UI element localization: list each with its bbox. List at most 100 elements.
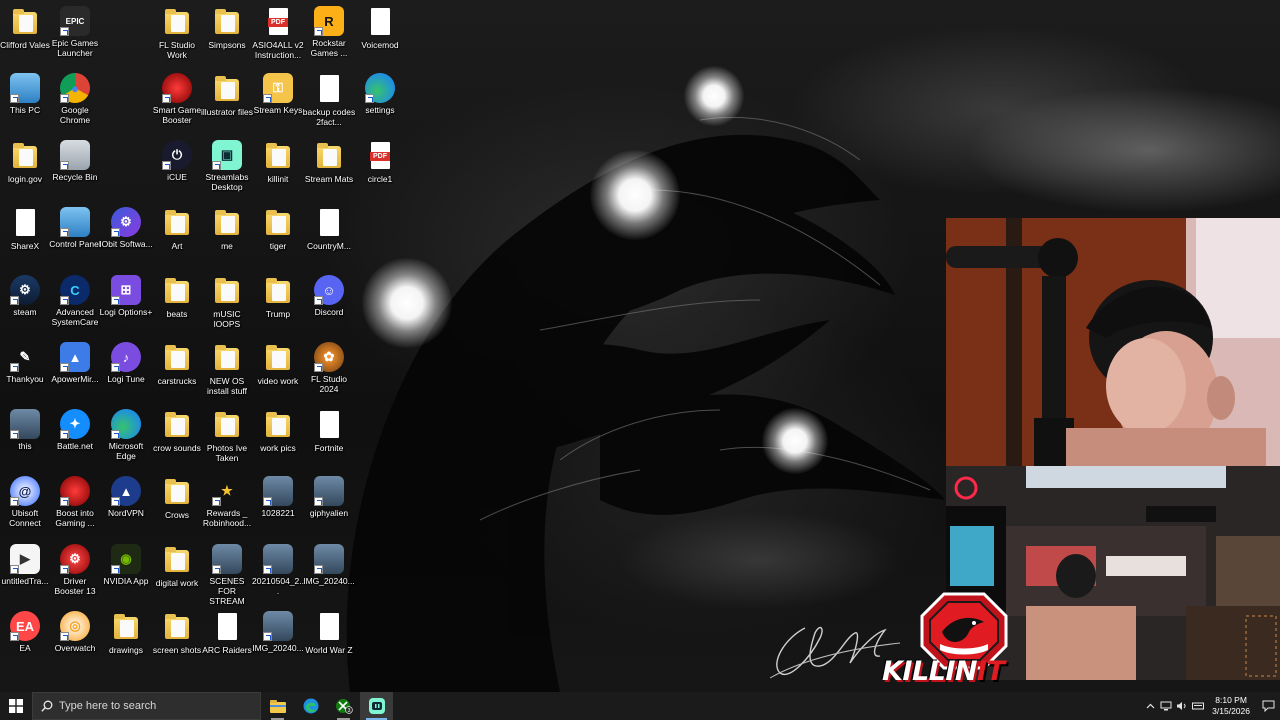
desktop-icon[interactable]: digital work <box>150 544 204 588</box>
desktop-icon[interactable]: ✦ Battle.net <box>48 409 102 451</box>
desktop-icon[interactable]: SCENES FOR STREAM <box>200 544 254 606</box>
desktop-icon[interactable]: carstrucks <box>150 342 204 386</box>
crow-eye-glow <box>684 66 744 126</box>
desktop-icon[interactable]: ⚙ steam <box>0 275 52 317</box>
desktop-icon[interactable]: work pics <box>251 409 305 453</box>
desktop-icon[interactable]: screen shots <box>150 611 204 655</box>
desktop-icon[interactable]: CountryM... <box>302 207 356 251</box>
desktop-icon[interactable]: World War Z <box>302 611 356 655</box>
desktop-icon[interactable]: mUSIC lOOPS <box>200 275 254 329</box>
desktop-icon[interactable]: Art <box>150 207 204 251</box>
desktop-icon[interactable]: ▲ ApowerMir... <box>48 342 102 384</box>
desktop-icon-label: tiger <box>269 241 287 251</box>
desktop-icon[interactable]: ▲ NordVPN <box>99 476 153 518</box>
desktop-icon-label: Art <box>171 241 183 251</box>
desktop-icon[interactable]: ⚙ Driver Booster 13 <box>48 544 102 596</box>
desktop-icon[interactable]: Smart Game Booster <box>150 73 204 125</box>
desktop-icon[interactable]: Stream Mats <box>302 140 356 184</box>
desktop-icon-label: mUSIC lOOPS <box>213 309 241 329</box>
desktop-icon[interactable]: crow sounds <box>150 409 204 453</box>
desktop-icon[interactable]: ☺ Discord <box>302 275 356 317</box>
desktop-icon[interactable]: Clifford Vales <box>0 6 52 50</box>
desktop-icon[interactable]: ● Google Chrome <box>48 73 102 125</box>
desktop-icon[interactable]: ✎ Thankyou <box>0 342 52 384</box>
brand-accent-text: IT <box>977 656 1005 687</box>
desktop-icon[interactable]: Boost into Gaming ... <box>48 476 102 528</box>
desktop-icon[interactable]: PDF circle1 <box>353 140 407 184</box>
desktop-icon[interactable]: ⚿ Stream Keys <box>251 73 305 115</box>
desktop-icon[interactable]: giphyalien <box>302 476 356 518</box>
shortcut-arrow-icon <box>10 296 19 305</box>
folder-icon <box>161 544 193 576</box>
desktop-icon[interactable]: ⊞ Logi Options+ <box>99 275 153 317</box>
desktop-icon[interactable]: video work <box>251 342 305 386</box>
desktop-icon[interactable]: killinit <box>251 140 305 184</box>
taskbar-microsoft-edge[interactable] <box>294 692 327 720</box>
shortcut-arrow-icon <box>111 363 120 372</box>
desktop-icon[interactable]: ✿ FL Studio 2024 <box>302 342 356 394</box>
desktop-icon[interactable]: EPIC Epic Games Launcher <box>48 6 102 58</box>
taskbar-clock[interactable]: 8:10 PM 3/15/2026 <box>1206 695 1256 717</box>
desktop-icon[interactable]: ▣ Streamlabs Desktop <box>200 140 254 192</box>
desktop-icon[interactable]: backup codes 2fact... <box>302 73 356 127</box>
shortcut-arrow-icon <box>10 430 19 439</box>
desktop-icon[interactable]: Microsoft Edge <box>99 409 153 461</box>
desktop-icon[interactable]: ◎ Overwatch <box>48 611 102 653</box>
taskbar-xbox[interactable]: 3 <box>327 692 360 720</box>
desktop-icon[interactable]: tiger <box>251 207 305 251</box>
search-input[interactable] <box>59 700 249 712</box>
desktop-icon[interactable]: ⏻ iCUE <box>150 140 204 182</box>
desktop-icon[interactable]: PDF ASIO4ALL v2 Instruction... <box>251 6 305 60</box>
network-icon[interactable] <box>1158 692 1174 720</box>
desktop-icon[interactable]: beats <box>150 275 204 319</box>
taskbar-file-explorer[interactable] <box>261 692 294 720</box>
desktop-icon[interactable]: ShareX <box>0 207 52 251</box>
desktop-icon[interactable]: me <box>200 207 254 251</box>
taskbar-search-box[interactable] <box>32 692 261 720</box>
driver-booster-icon: ⚙ <box>60 544 90 574</box>
desktop-icon[interactable]: 20210504_2... <box>251 544 305 596</box>
desktop-icon[interactable]: Recycle Bin <box>48 140 102 182</box>
desktop-icon[interactable]: IMG_20240... <box>302 544 356 586</box>
desktop-icon[interactable]: settings <box>353 73 407 115</box>
icon-glyph: ▶ <box>20 551 30 566</box>
desktop-icon[interactable]: Control Panel <box>48 207 102 249</box>
desktop-icon[interactable]: C Advanced SystemCare <box>48 275 102 327</box>
start-button[interactable] <box>0 692 32 720</box>
desktop-icon[interactable]: Trump <box>251 275 305 319</box>
keyboard-icon[interactable] <box>1190 692 1206 720</box>
folder-icon <box>161 342 193 374</box>
desktop-icon[interactable]: Photos Ive Taken <box>200 409 254 463</box>
desktop-icon[interactable]: drawings <box>99 611 153 655</box>
desktop-icon[interactable]: 1028221 <box>251 476 305 518</box>
desktop-icon[interactable]: login.gov <box>0 140 52 184</box>
notification-center-button[interactable] <box>1256 692 1280 720</box>
desktop-icon[interactable]: IMG_20240... <box>251 611 305 653</box>
desktop-icon[interactable]: ▶ untitledTra... <box>0 544 52 586</box>
desktop-icon[interactable]: Voicemod <box>353 6 407 50</box>
speaker-icon[interactable] <box>1174 692 1190 720</box>
chevron-up-icon[interactable] <box>1142 692 1158 720</box>
desktop-icon[interactable]: ♪ Logi Tune <box>99 342 153 384</box>
icue-icon: ⏻ <box>162 140 192 170</box>
shortcut-arrow-icon <box>10 94 19 103</box>
desktop-icon[interactable]: illustrator files <box>200 73 254 117</box>
webcam-face-scene <box>946 218 1280 466</box>
desktop-icon[interactable]: this <box>0 409 52 451</box>
desktop-icon[interactable]: EA EA <box>0 611 52 653</box>
desktop-icon[interactable]: Fortnite <box>302 409 356 453</box>
desktop-icon[interactable]: This PC <box>0 73 52 115</box>
desktop-icon[interactable]: ARC Raiders <box>200 611 254 655</box>
desktop-icon[interactable]: R Rockstar Games ... <box>302 6 356 58</box>
desktop-icon-label: Stream Mats <box>304 174 354 184</box>
desktop-icon[interactable]: NEW OS install stuff <box>200 342 254 396</box>
desktop-icon[interactable]: ⚙ IObit Softwa... <box>99 207 153 249</box>
desktop-icon[interactable]: Simpsons <box>200 6 254 50</box>
desktop-icon[interactable]: Crows <box>150 476 204 520</box>
taskbar-streamlabs[interactable] <box>360 692 393 720</box>
desktop-icon[interactable]: @ Ubisoft Connect <box>0 476 52 528</box>
desktop-icon[interactable]: ◉ NVIDIA App <box>99 544 153 586</box>
desktop-icon[interactable]: FL Studio Work <box>150 6 204 60</box>
desktop-icon[interactable]: ★ Rewards _ Robinhood... <box>200 476 254 528</box>
shortcut-arrow-icon <box>60 27 69 36</box>
